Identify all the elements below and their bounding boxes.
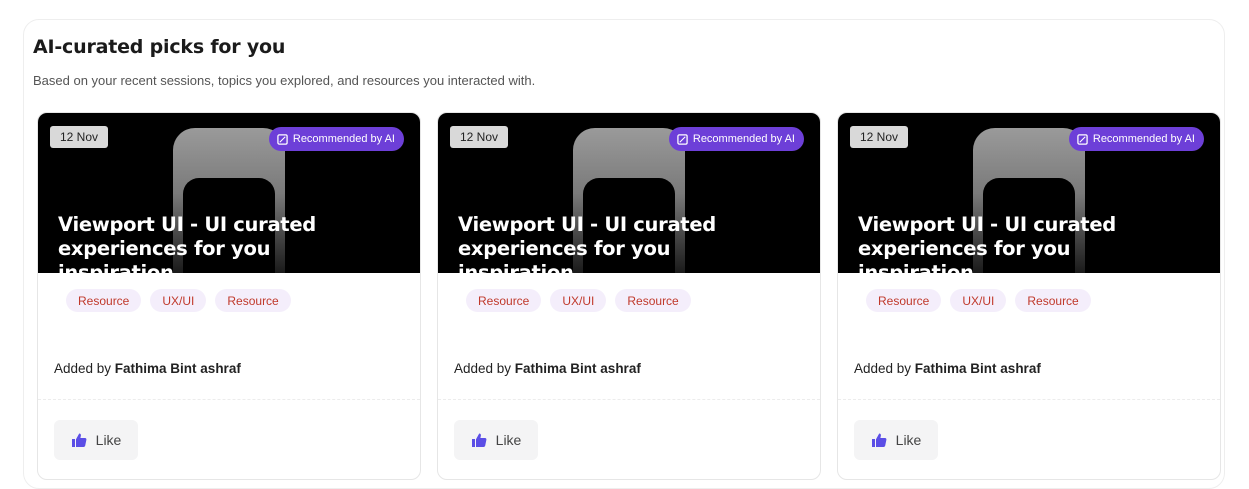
card-title[interactable]: Viewport UI - UI curated experiences for… [458, 213, 798, 273]
card-title[interactable]: Viewport UI - UI curated experiences for… [58, 213, 398, 273]
like-button[interactable]: Like [854, 420, 938, 460]
date-badge: 12 Nov [450, 126, 509, 148]
date-badge: 12 Nov [850, 126, 909, 148]
date-badge: 12 Nov [50, 126, 109, 148]
tag-chip[interactable]: Resource [1015, 289, 1091, 312]
added-by-line: Added by Fathima Bint ashraf [854, 361, 1041, 376]
ai-badge-label: Recommended by AI [1092, 133, 1195, 145]
sparkle-icon [677, 133, 688, 145]
thumbs-up-icon [871, 433, 887, 447]
thumbs-up-icon [471, 433, 487, 447]
ai-badge-label: Recommended by AI [692, 133, 795, 145]
added-by-line: Added by Fathima Bint ashraf [54, 361, 241, 376]
recommended-by-ai-badge: Recommended by AI [268, 127, 404, 151]
recommended-by-ai-badge: Recommended by AI [668, 127, 804, 151]
sparkle-icon [1077, 133, 1088, 145]
ai-badge-label: Recommended by AI [292, 133, 395, 145]
resource-card[interactable]: 12 Nov Recommended by AI Viewport UI - U… [37, 112, 421, 480]
added-by-prefix: Added by [54, 361, 115, 376]
section-title: AI-curated picks for you [33, 36, 286, 58]
tag-list: Resource UX/UI Resource [866, 289, 1091, 312]
card-divider [838, 399, 1220, 400]
card-hero-image: 12 Nov Recommended by AI Viewport UI - U… [838, 113, 1220, 273]
like-button[interactable]: Like [454, 420, 538, 460]
author-name: Fathima Bint ashraf [114, 361, 241, 376]
tag-chip[interactable]: Resource [866, 289, 942, 312]
tag-list: Resource UX/UI Resource [66, 289, 291, 312]
like-label: Like [895, 432, 922, 448]
tag-chip[interactable]: Resource [66, 289, 142, 312]
tag-chip[interactable]: UX/UI [550, 289, 607, 312]
sparkle-icon [277, 133, 288, 145]
tag-chip[interactable]: Resource [615, 289, 691, 312]
card-divider [38, 399, 420, 400]
tag-chip[interactable]: Resource [466, 289, 542, 312]
card-hero-image: 12 Nov Recommended by AI Viewport UI - U… [38, 113, 420, 273]
resource-card[interactable]: 12 Nov Recommended by AI Viewport UI - U… [437, 112, 821, 480]
like-label: Like [495, 432, 522, 448]
added-by-line: Added by Fathima Bint ashraf [454, 361, 641, 376]
resource-card[interactable]: 12 Nov Recommended by AI Viewport UI - U… [837, 112, 1221, 480]
tag-chip[interactable]: UX/UI [150, 289, 207, 312]
author-name: Fathima Bint ashraf [914, 361, 1041, 376]
tag-chip[interactable]: Resource [215, 289, 291, 312]
like-label: Like [95, 432, 122, 448]
card-divider [438, 399, 820, 400]
recommended-by-ai-badge: Recommended by AI [1068, 127, 1204, 151]
card-hero-image: 12 Nov Recommended by AI Viewport UI - U… [438, 113, 820, 273]
like-button[interactable]: Like [54, 420, 138, 460]
author-name: Fathima Bint ashraf [514, 361, 641, 376]
tag-list: Resource UX/UI Resource [466, 289, 691, 312]
tag-chip[interactable]: UX/UI [950, 289, 1007, 312]
thumbs-up-icon [71, 433, 87, 447]
section-subtitle: Based on your recent sessions, topics yo… [33, 73, 536, 88]
added-by-prefix: Added by [854, 361, 915, 376]
card-title[interactable]: Viewport UI - UI curated experiences for… [858, 213, 1198, 273]
added-by-prefix: Added by [454, 361, 515, 376]
ai-picks-panel: AI-curated picks for you Based on your r… [23, 19, 1225, 489]
